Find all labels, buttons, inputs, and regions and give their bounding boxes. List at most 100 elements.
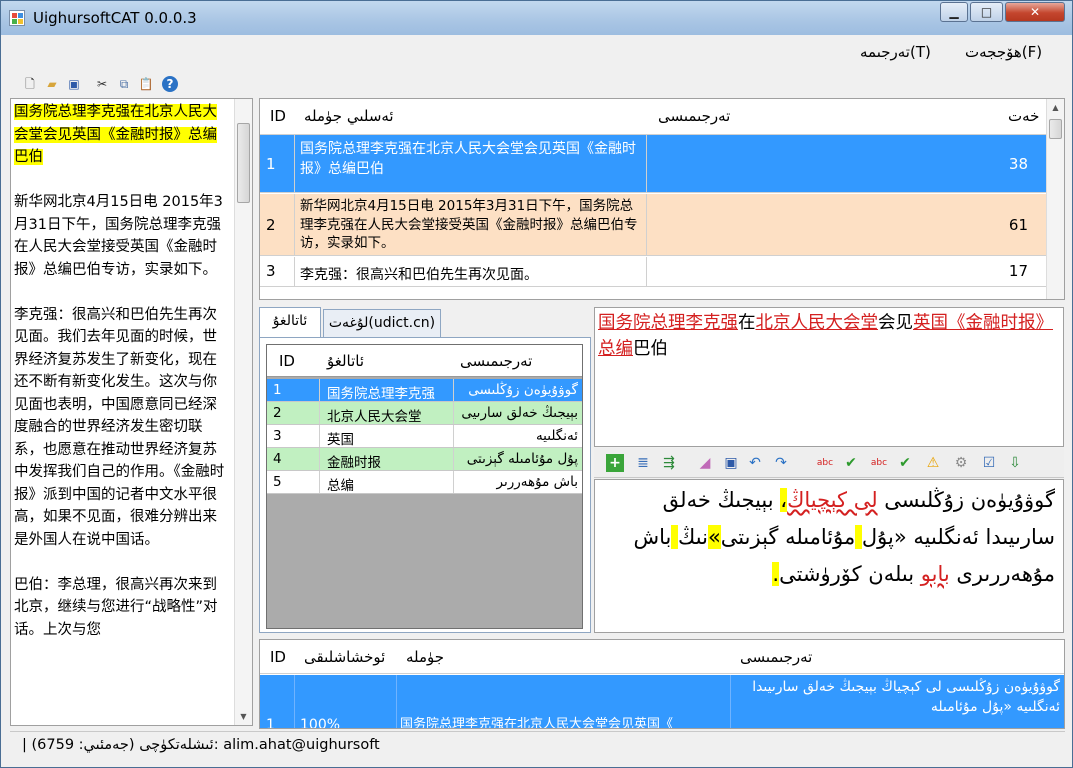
open-folder-icon[interactable]: ▰	[44, 76, 60, 92]
sentence-row[interactable]: 2 新华网北京4月15日电 2015年3月31日下午，国务院总理李克强在人民大会…	[260, 194, 1064, 256]
target-segment-editor[interactable]: گوۋۇيۈەن زۇڭلىسى لى كېچياڭ، بېيجىڭ خەلق …	[594, 479, 1064, 633]
row-id: 1	[266, 155, 276, 173]
row-chars: 38	[1008, 155, 1028, 173]
term-id: 4	[273, 451, 282, 467]
col-sentence[interactable]: جۈملە	[406, 648, 444, 666]
spell-all-icon[interactable]: abc	[870, 454, 888, 472]
insert-icon[interactable]: ≣	[634, 454, 652, 472]
target-flagged: »	[707, 525, 721, 549]
term-id: 5	[273, 474, 282, 490]
term-source: 北京人民大会堂	[327, 409, 422, 425]
term-id: 2	[273, 405, 282, 421]
help-icon[interactable]: ?	[162, 76, 178, 92]
import-icon[interactable]: ⇩	[1006, 454, 1024, 472]
copy-icon[interactable]: ⧉	[116, 76, 132, 92]
scroll-down-arrow[interactable]: ▼	[235, 708, 252, 725]
col-term[interactable]: ئاتالغۇ	[327, 352, 364, 370]
title-bar: UighursoftCAT 0.0.0.3 ▁ □ ✕	[1, 1, 1072, 35]
current-sentence-highlight: 国务院总理李克强在北京人民大会堂会见英国《金融时报》总编巴伯	[14, 104, 217, 165]
target-segment-text: گوۋۇيۈەن زۇڭلىسى لى كېچياڭ، بېيجىڭ خەلق …	[595, 482, 1055, 593]
source-document-pane[interactable]: 国务院总理李克强在北京人民大会堂会见英国《金融时报》总编巴伯 新华网北京4月15…	[10, 98, 253, 726]
col-translation[interactable]: تەرجىمىسى	[460, 352, 532, 370]
gear-icon[interactable]: ⚙	[952, 454, 970, 472]
sentence-grid-scrollbar[interactable]: ▲	[1046, 99, 1064, 299]
close-button[interactable]: ✕	[1005, 2, 1065, 22]
scrollbar-thumb[interactable]	[1049, 119, 1062, 139]
col-id[interactable]: ID	[279, 352, 295, 370]
terms-tab-panel: ID ئاتالغۇ تەرجىمىسى 1 国务院总理李克强 گوۋۇيۈەن…	[259, 337, 591, 633]
undo-icon[interactable]: ↶	[746, 454, 764, 472]
term-grid: ID ئاتالغۇ تەرجىمىسى 1 国务院总理李克强 گوۋۇيۈەن…	[266, 344, 583, 629]
col-source[interactable]: ئەسلىي جۈملە	[304, 107, 394, 125]
target-misspelled: لى كېچياڭ	[787, 488, 878, 512]
export-icon[interactable]: ⇶	[660, 454, 678, 472]
menu-file[interactable]: ھۆججەت(F)	[965, 43, 1042, 61]
new-file-icon[interactable]: 🗋	[22, 76, 38, 92]
editor-toolbar: + ≣ ⇶ ◢ ▣ ↶ ↷ abc ✔ abc ✔ ⚠ ⚙ ☑ ⇩	[594, 448, 1064, 478]
col-id[interactable]: ID	[270, 107, 286, 125]
row-source: 国务院总理李克强在北京人民大会堂会见英国《金融时报》总编巴伯	[300, 141, 636, 177]
tm-row-selected[interactable]: 1 100% 国务院总理李克强在北京人民大会堂会见英国《 گوۋۇيۈەن زۇ…	[260, 675, 1064, 729]
add-icon[interactable]: +	[606, 454, 624, 472]
source-term: 北京人民大会堂	[755, 313, 879, 333]
save-icon[interactable]: ▣	[66, 76, 82, 92]
term-row[interactable]: 5 总编 باش مۇھەررىر	[267, 471, 582, 494]
document-check-icon[interactable]: ☑	[980, 454, 998, 472]
term-id: 1	[273, 382, 282, 398]
warning-icon[interactable]: ⚠	[924, 454, 942, 472]
col-translation[interactable]: تەرجىمىسى	[740, 648, 812, 666]
tm-match: 100%	[300, 717, 341, 729]
save-icon[interactable]: ▣	[722, 454, 740, 472]
maximize-button[interactable]: □	[970, 2, 1003, 22]
term-id: 3	[273, 428, 282, 444]
term-row-selected[interactable]: 1 国务院总理李克强 گوۋۇيۈەن زۇڭلىسى	[267, 379, 582, 402]
tm-translation: گوۋۇيۈەن زۇڭلىسى لى كېچياڭ بېيجىڭ خەلق س…	[752, 679, 1060, 715]
tab-terms[interactable]: ئاتالغۇ	[259, 307, 321, 338]
app-icon	[9, 10, 25, 26]
paste-icon[interactable]: 📋	[138, 76, 154, 92]
sentence-row-selected[interactable]: 1 国务院总理李克强在北京人民大会堂会见英国《金融时报》总编巴伯 38	[260, 135, 1064, 193]
term-source: 国务院总理李克强	[327, 386, 435, 402]
source-plain: 会见	[878, 313, 913, 333]
row-source: 李克强：很高兴和巴伯先生再次见面。	[300, 267, 538, 283]
cut-icon[interactable]: ✂	[94, 76, 110, 92]
source-segment-box[interactable]: 国务院总理李克强在北京人民大会堂会见英国《金融时报》总编巴伯	[594, 307, 1064, 447]
term-row[interactable]: 3 英国 ئەنگلىيە	[267, 425, 582, 448]
check-icon[interactable]: ✔	[842, 454, 860, 472]
row-id: 3	[266, 262, 276, 280]
term-row[interactable]: 4 金融时报 پۇل مۇئامىلە گېزىتى	[267, 448, 582, 471]
scroll-up-arrow[interactable]: ▲	[1047, 99, 1064, 116]
tm-sentence: 国务院总理李克强在北京人民大会堂会见英国《	[400, 717, 674, 729]
scrollbar-thumb[interactable]	[237, 123, 250, 203]
check-all-icon[interactable]: ✔	[896, 454, 914, 472]
sentence-row[interactable]: 3 李克强：很高兴和巴伯先生再次见面。 17	[260, 257, 1064, 287]
col-chars[interactable]: خەت	[1008, 107, 1039, 125]
target-plain: بىلەن كۆرۈشتى	[779, 562, 921, 586]
tab-dictionary[interactable]: لۇغەت(udict.cn)	[323, 309, 441, 337]
redo-icon[interactable]: ↷	[772, 454, 790, 472]
menu-translate[interactable]: تەرجىمە(T)	[860, 43, 931, 61]
spell-icon[interactable]: abc	[816, 454, 834, 472]
tm-grid-header: ID ئوخشاشلىقى جۈملە تەرجىمىسى	[260, 640, 1064, 674]
document-body: 新华网北京4月15日电 2015年3月31日下午，国务院总理李克强在人民大会堂接…	[14, 194, 225, 638]
term-translation: باش مۇھەررىر	[496, 474, 578, 490]
term-row[interactable]: 2 北京人民大会堂 بېيجىڭ خەلق سارىيى	[267, 402, 582, 425]
term-translation: پۇل مۇئامىلە گېزىتى	[466, 451, 578, 467]
col-match[interactable]: ئوخشاشلىقى	[304, 648, 385, 666]
col-target[interactable]: تەرجىمىسى	[658, 107, 730, 125]
menu-bar: ھۆججەت(F) تەرجىمە(T)	[10, 37, 1065, 69]
left-scrollbar[interactable]: ▼	[234, 99, 252, 725]
source-document-text: 国务院总理李克强在北京人民大会堂会见英国《金融时报》总编巴伯 新华网北京4月15…	[14, 101, 228, 641]
lookup-tabs: ئاتالغۇ لۇغەت(udict.cn)	[259, 307, 591, 338]
target-misspelled: بابو	[920, 562, 950, 586]
minimize-button[interactable]: ▁	[940, 2, 968, 22]
target-plain: نىڭ	[678, 525, 708, 549]
term-translation: ئەنگلىيە	[535, 428, 578, 444]
source-term: 总编	[598, 339, 633, 359]
term-source: 总编	[327, 478, 354, 494]
app-window: UighursoftCAT 0.0.0.3 ▁ □ ✕ ھۆججەت(F) تە…	[0, 0, 1073, 768]
col-id[interactable]: ID	[270, 648, 286, 666]
window-title: UighursoftCAT 0.0.0.3	[33, 9, 197, 27]
eraser-icon[interactable]: ◢	[696, 454, 714, 472]
term-translation: گوۋۇيۈەن زۇڭلىسى	[468, 382, 578, 398]
